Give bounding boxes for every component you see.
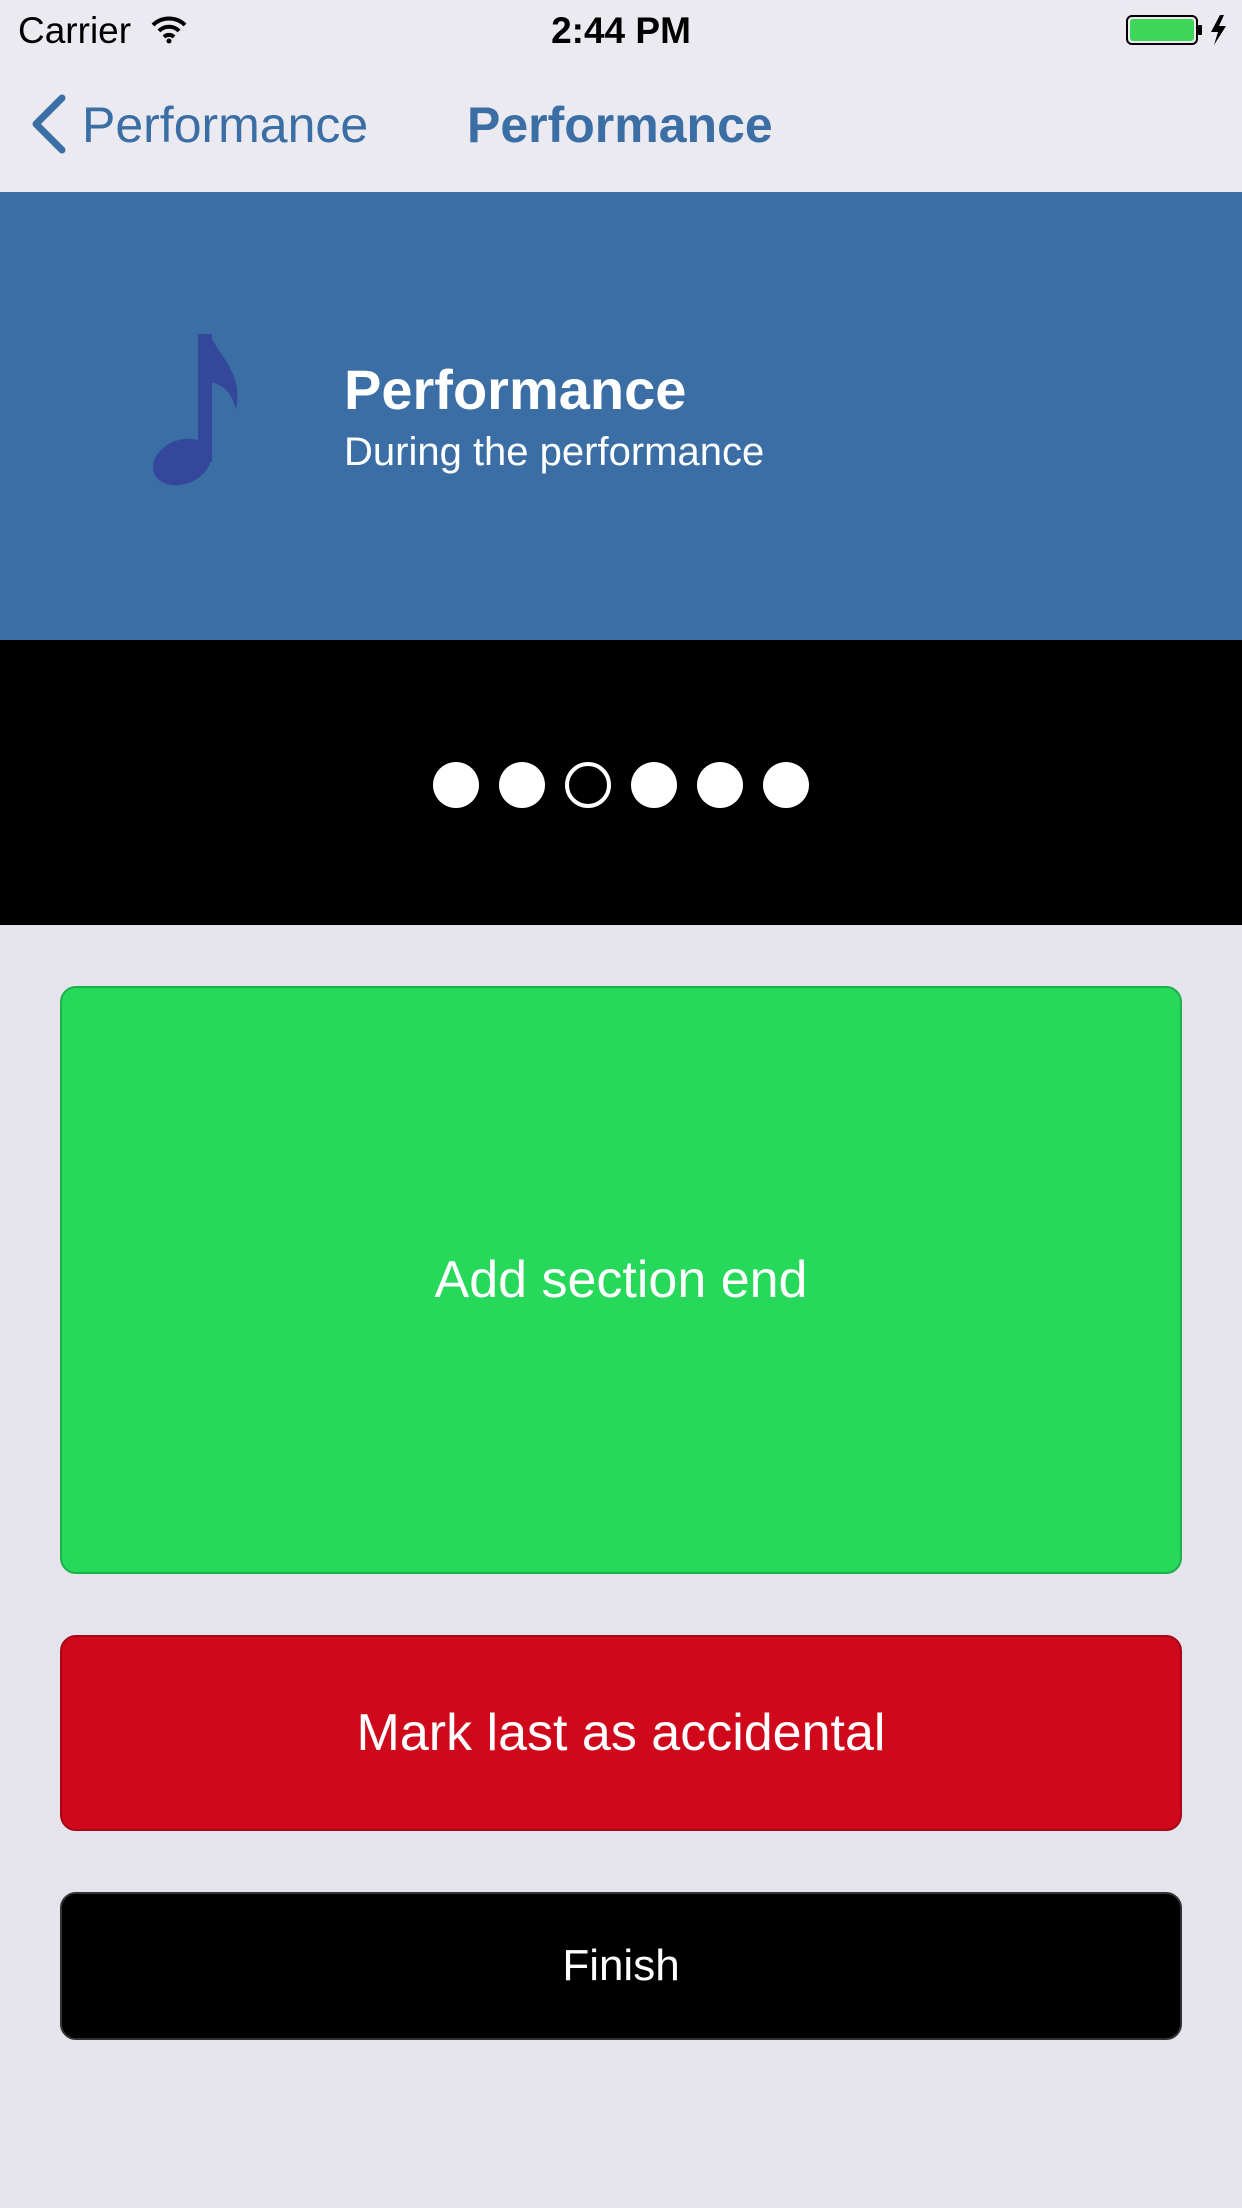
page-dot-current[interactable]: [565, 762, 611, 808]
battery-icon: [1126, 15, 1226, 45]
music-note-icon: [152, 334, 238, 486]
status-bar: Carrier 2:44 PM: [0, 0, 1242, 62]
header-subtitle: During the performance: [344, 430, 765, 474]
back-button[interactable]: Performance: [82, 96, 368, 154]
page-dot[interactable]: [763, 762, 809, 808]
page-dot[interactable]: [433, 762, 479, 808]
page-dot[interactable]: [631, 762, 677, 808]
status-time: 2:44 PM: [551, 10, 691, 51]
page-indicator: [0, 762, 1242, 808]
finish-button[interactable]: Finish: [60, 1892, 1182, 2040]
add-section-end-button[interactable]: Add section end: [60, 986, 1182, 1574]
page-indicator-strip: [0, 640, 1242, 925]
mark-accidental-button[interactable]: Mark last as accidental: [60, 1635, 1182, 1831]
header-title: Performance: [344, 358, 687, 421]
nav-title: Performance: [467, 97, 773, 153]
header-banner: Performance During the performance: [0, 192, 1242, 640]
add-section-end-label: Add section end: [434, 1251, 808, 1309]
page-dot[interactable]: [499, 762, 545, 808]
navigation-bar: Performance Performance: [0, 62, 1242, 193]
back-chevron-icon[interactable]: [28, 94, 68, 154]
page-dot[interactable]: [697, 762, 743, 808]
finish-label: Finish: [562, 1941, 680, 1990]
mark-accidental-label: Mark last as accidental: [356, 1704, 886, 1762]
